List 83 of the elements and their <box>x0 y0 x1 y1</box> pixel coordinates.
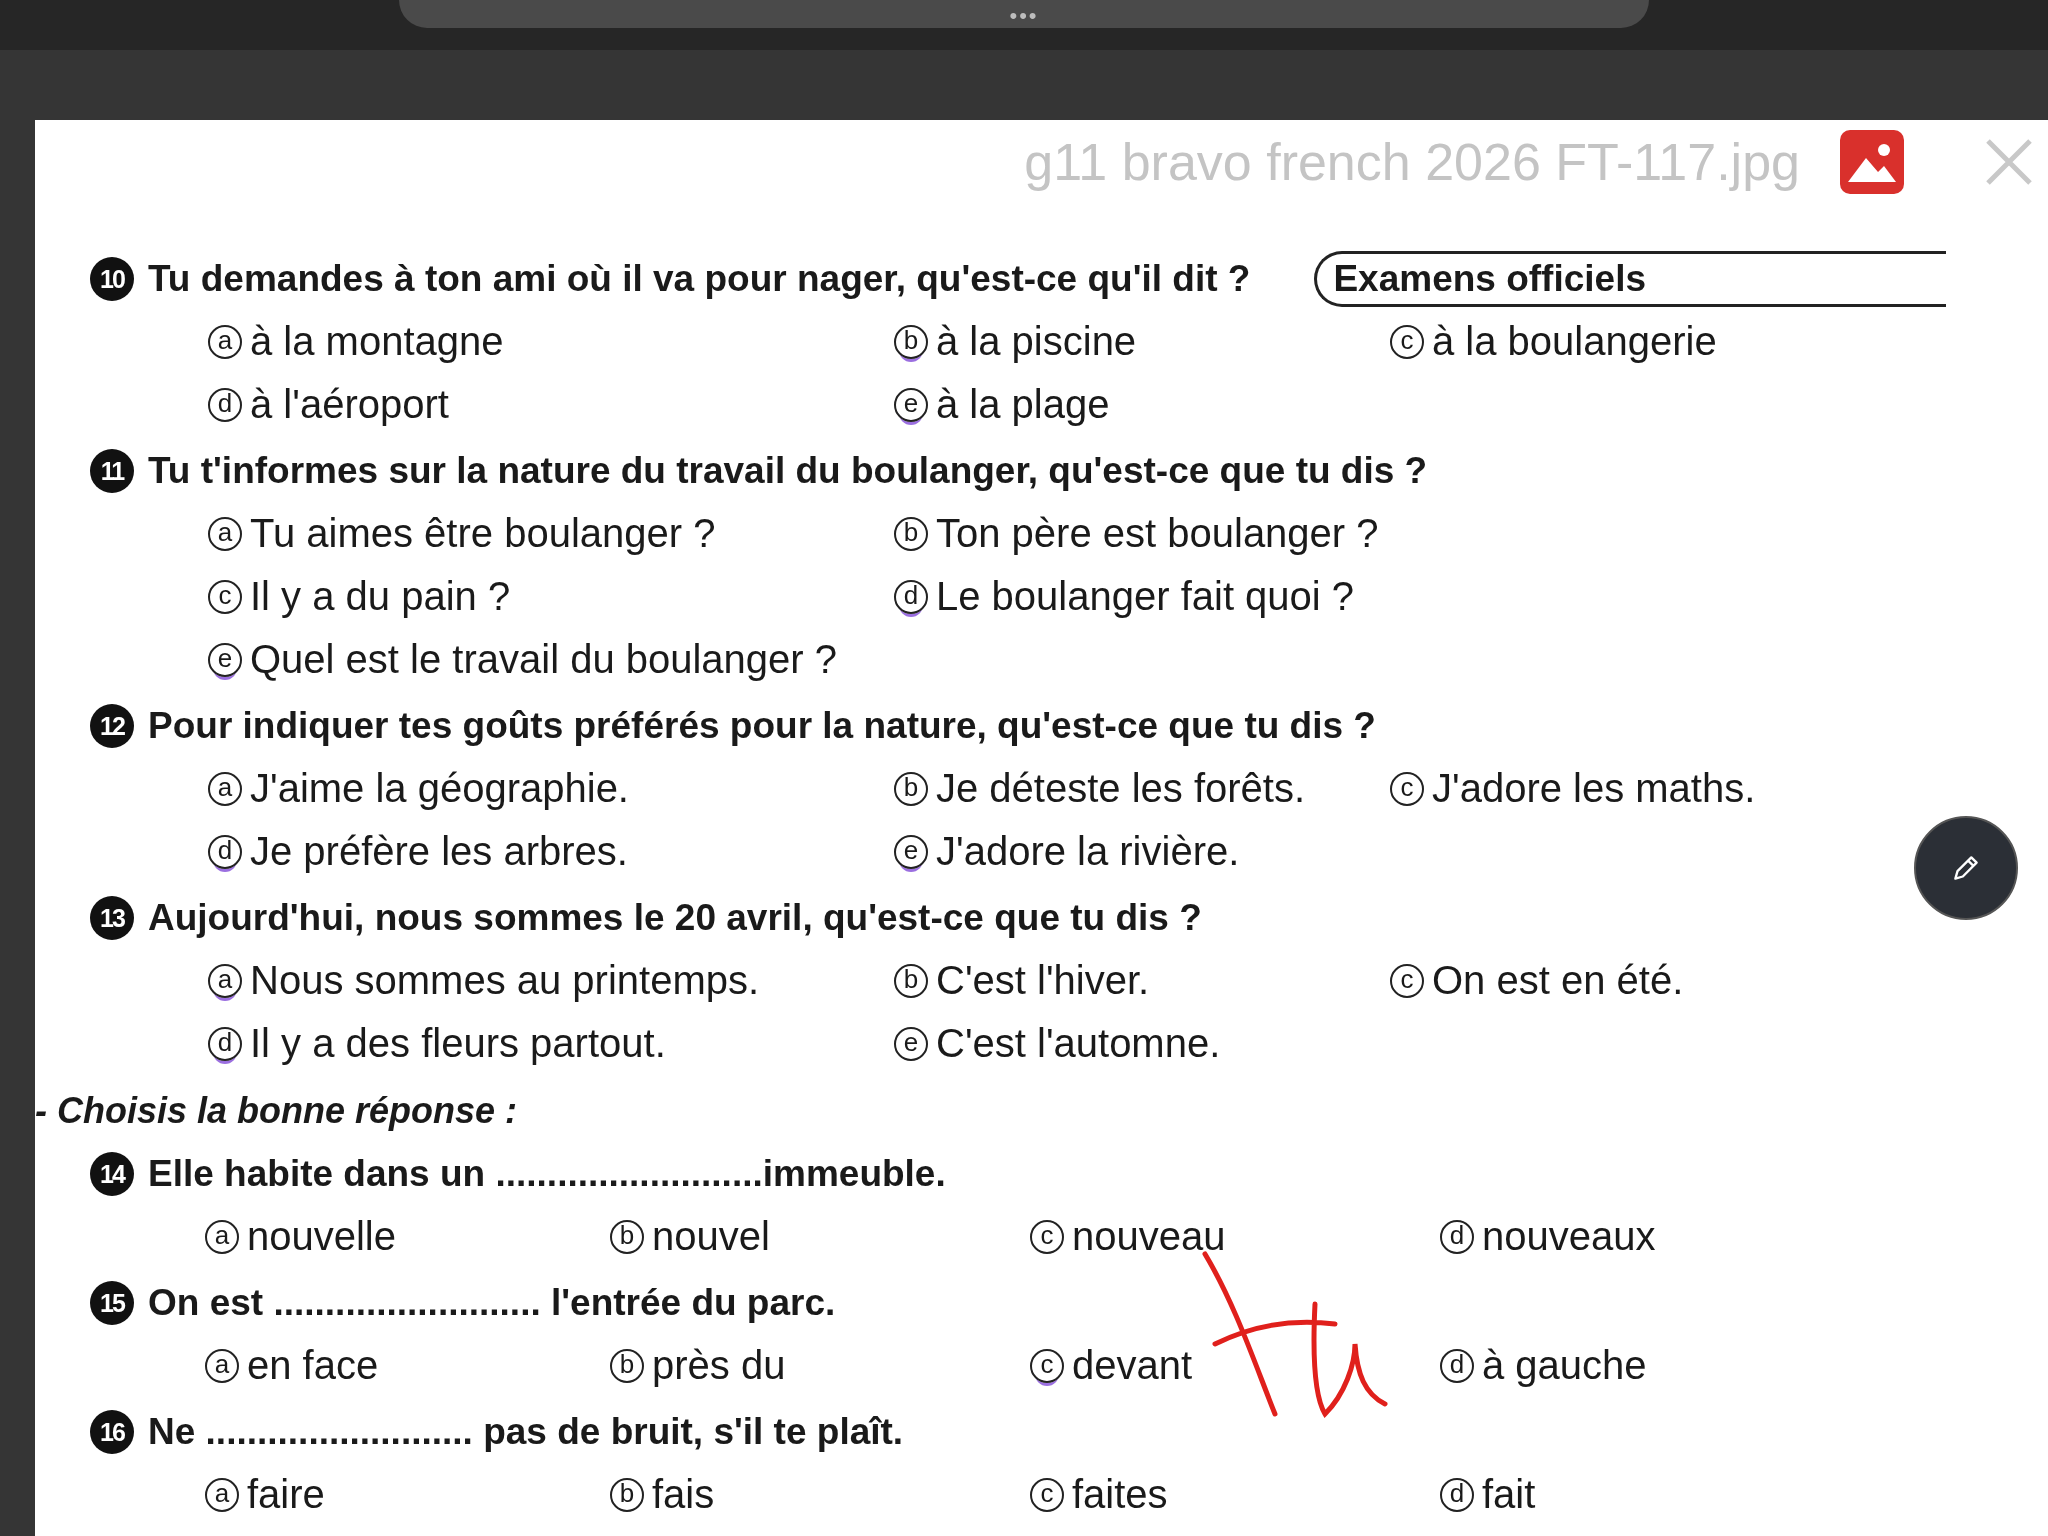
option-text: faire <box>247 1472 325 1517</box>
question-number: 12 <box>90 704 134 748</box>
option-text: nouvelle <box>247 1214 396 1259</box>
option-letter: d <box>1440 1219 1474 1254</box>
option-letter: e <box>894 834 928 869</box>
question-number: 15 <box>90 1281 134 1325</box>
question-text: Aujourd'hui, nous sommes le 20 avril, qu'est-ce que tu dis ? <box>148 897 1202 939</box>
option-letter: c <box>1030 1219 1064 1254</box>
option-letter: d <box>1440 1477 1474 1512</box>
option-letter: b <box>610 1477 644 1512</box>
option-letter: d <box>208 1026 242 1061</box>
option-letter: e <box>894 387 928 422</box>
option-text: Quel est le travail du boulanger ? <box>250 637 838 682</box>
option-text: devant <box>1072 1343 1193 1388</box>
option-letter: b <box>894 516 928 551</box>
option-letter: b <box>610 1348 644 1383</box>
window-title: g11 bravo french 2026 FT-117.jpg <box>1024 132 1800 192</box>
option-text: Il y a du pain ? <box>250 574 511 619</box>
option-letter: a <box>208 516 242 551</box>
option-letter: b <box>894 963 928 998</box>
option-text: On est en été. <box>1432 958 1684 1003</box>
option-text: à la boulangerie <box>1432 319 1717 364</box>
option-letter: e <box>208 642 242 677</box>
option-text: C'est l'hiver. <box>936 958 1150 1003</box>
option-text: Il y a des fleurs partout. <box>250 1021 666 1066</box>
question-number: 13 <box>90 896 134 940</box>
question-text: Tu t'informes sur la nature du travail du boulanger, qu'est-ce que tu dis ? <box>148 450 1428 492</box>
option-letter: a <box>205 1219 239 1254</box>
option-text: faites <box>1072 1472 1168 1517</box>
option-text: à gauche <box>1482 1343 1647 1388</box>
option-letter: c <box>1390 771 1424 806</box>
option-text: nouveaux <box>1482 1214 1656 1259</box>
question-text: Ne .......................... pas de bruit, s'il te plaît. <box>148 1411 904 1453</box>
option-text: Nous sommes au printemps. <box>250 958 760 1003</box>
question-text: On est .......................... l'entrée du parc. <box>148 1282 836 1324</box>
option-letter: a <box>208 771 242 806</box>
image-icon[interactable] <box>1840 130 1904 194</box>
option-text: Tu aimes être boulanger ? <box>250 511 716 556</box>
option-text: J'aime la géographie. <box>250 766 629 811</box>
option-text: C'est l'automne. <box>936 1021 1221 1066</box>
question-text: Pour indiquer tes goûts préférés pour la nature, qu'est-ce que tu dis ? <box>148 705 1376 747</box>
question-number: 14 <box>90 1152 134 1196</box>
option-letter: c <box>1030 1477 1064 1512</box>
option-text: J'adore les maths. <box>1432 766 1756 811</box>
option-letter: c <box>1390 324 1424 359</box>
option-text: près du <box>652 1343 786 1388</box>
option-text: à l'aéroport <box>250 382 449 427</box>
question-text: Elle habite dans un ..........................immeuble. <box>148 1153 946 1195</box>
option-text: à la plage <box>936 382 1110 427</box>
option-text: à la piscine <box>936 319 1137 364</box>
option-letter: e <box>894 1026 928 1061</box>
option-text: Je préfère les arbres. <box>250 829 628 874</box>
option-letter: b <box>894 771 928 806</box>
option-letter: a <box>208 963 242 998</box>
option-letter: b <box>610 1219 644 1254</box>
option-text: à la montagne <box>250 319 504 364</box>
option-text: nouvel <box>652 1214 770 1259</box>
option-letter: c <box>1030 1348 1064 1383</box>
option-text: Ton père est boulanger ? <box>936 511 1379 556</box>
option-letter: d <box>894 579 928 614</box>
question-number: 11 <box>90 449 134 493</box>
option-text: en face <box>247 1343 379 1388</box>
option-text: Je déteste les forêts. <box>936 766 1306 811</box>
option-letter: c <box>208 579 242 614</box>
option-text: fait <box>1482 1472 1536 1517</box>
option-letter: c <box>1390 963 1424 998</box>
option-letter: d <box>1440 1348 1474 1383</box>
option-text: J'adore la rivière. <box>936 829 1240 874</box>
option-text: fais <box>652 1472 715 1517</box>
question-number: 16 <box>90 1410 134 1454</box>
option-letter: a <box>208 324 242 359</box>
option-text: nouveau <box>1072 1214 1226 1259</box>
section-heading: - Choisis la bonne réponse : <box>35 1089 519 1133</box>
question-number: 10 <box>90 257 134 301</box>
option-letter: b <box>894 324 928 359</box>
option-text: Le boulanger fait quoi ? <box>936 574 1355 619</box>
option-letter: a <box>205 1477 239 1512</box>
option-letter: d <box>208 387 242 422</box>
exam-label: Examens officiels <box>1314 251 1946 307</box>
option-letter: a <box>205 1348 239 1383</box>
address-pill[interactable]: ••• <box>399 0 1649 28</box>
option-letter: d <box>208 834 242 869</box>
question-text: Tu demandes à ton ami où il va pour nager, qu'est-ce qu'il dit ? <box>148 258 1251 300</box>
